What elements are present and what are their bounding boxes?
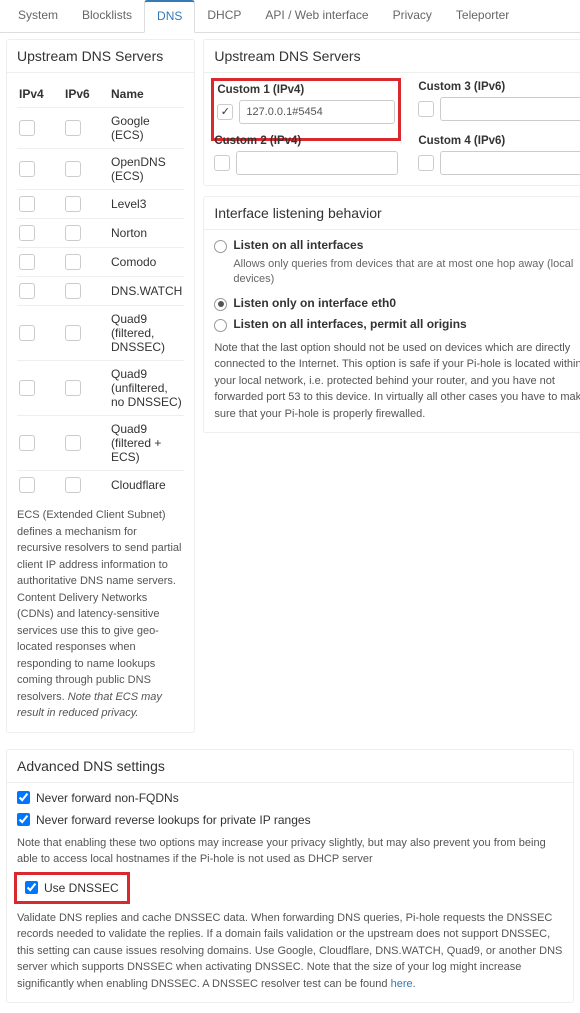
panel-heading: Upstream DNS Servers [204, 40, 580, 73]
provider-row: OpenDNS (ECS) [17, 148, 184, 189]
iface-all-desc: Allows only queries from devices that ar… [233, 257, 580, 288]
iface-permit-label: Listen on all interfaces, permit all ori… [233, 317, 466, 331]
provider-row: Google (ECS) [17, 107, 184, 148]
provider-name: Level3 [111, 197, 182, 211]
provider-ipv6-checkbox[interactable] [65, 283, 81, 299]
provider-name: Google (ECS) [111, 114, 182, 142]
provider-ipv6-checkbox[interactable] [65, 477, 81, 493]
custom2-input[interactable] [236, 151, 398, 175]
use-dnssec-checkbox[interactable] [25, 881, 38, 894]
tab-blocklists[interactable]: Blocklists [70, 0, 144, 33]
provider-ipv4-checkbox[interactable] [19, 225, 35, 241]
custom1-highlight: Custom 1 (IPv4) [211, 78, 401, 141]
custom3-checkbox[interactable] [418, 101, 434, 117]
advanced-dns-panel: Advanced DNS settings Never forward non-… [6, 749, 574, 1004]
provider-row: Norton [17, 218, 184, 247]
custom4-checkbox[interactable] [418, 155, 434, 171]
provider-ipv6-checkbox[interactable] [65, 325, 81, 341]
col-name: Name [111, 87, 182, 101]
custom4-label: Custom 4 (IPv6) [418, 135, 580, 147]
provider-name: OpenDNS (ECS) [111, 155, 182, 183]
provider-name: Quad9 (filtered + ECS) [111, 422, 182, 464]
provider-row: Level3 [17, 189, 184, 218]
iface-note: Note that the last option should not be … [214, 340, 580, 423]
interface-listening-panel: Interface listening behavior Listen on a… [203, 196, 580, 433]
provider-ipv4-checkbox[interactable] [19, 254, 35, 270]
provider-row: Comodo [17, 247, 184, 276]
provider-ipv6-checkbox[interactable] [65, 435, 81, 451]
panel-heading: Interface listening behavior [204, 197, 580, 230]
providers-header: IPv4 IPv6 Name [17, 81, 184, 107]
provider-ipv4-checkbox[interactable] [19, 120, 35, 136]
upstream-dns-custom-panel: Upstream DNS Servers Custom 1 (IPv4) Cus… [203, 39, 580, 186]
custom4-input[interactable] [440, 151, 580, 175]
tab-privacy[interactable]: Privacy [381, 0, 444, 33]
tab-system[interactable]: System [6, 0, 70, 33]
iface-eth0-radio[interactable] [214, 298, 227, 311]
custom3-input[interactable] [440, 97, 580, 121]
provider-name: DNS.WATCH [111, 284, 182, 298]
provider-ipv6-checkbox[interactable] [65, 196, 81, 212]
panel-heading: Upstream DNS Servers [7, 40, 194, 73]
provider-ipv4-checkbox[interactable] [19, 283, 35, 299]
provider-ipv6-checkbox[interactable] [65, 380, 81, 396]
iface-all-label: Listen on all interfaces [233, 238, 363, 252]
col-ipv4: IPv4 [19, 87, 59, 101]
iface-eth0-label: Listen only on interface eth0 [233, 296, 396, 310]
provider-ipv6-checkbox[interactable] [65, 161, 81, 177]
never-reverse-checkbox[interactable] [17, 813, 30, 826]
ecs-note: ECS (Extended Client Subnet) defines a m… [17, 507, 184, 722]
col-ipv6: IPv6 [65, 87, 105, 101]
custom2-label: Custom 2 (IPv4) [214, 135, 398, 147]
provider-row: Quad9 (filtered, DNSSEC) [17, 305, 184, 360]
tab-api[interactable]: API / Web interface [253, 0, 380, 33]
provider-name: Comodo [111, 255, 182, 269]
never-fqdn-checkbox[interactable] [17, 791, 30, 804]
panel-heading: Advanced DNS settings [7, 750, 573, 783]
iface-all-radio[interactable] [214, 240, 227, 253]
provider-ipv4-checkbox[interactable] [19, 161, 35, 177]
settings-tabs: System Blocklists DNS DHCP API / Web int… [0, 0, 580, 33]
provider-name: Quad9 (filtered, DNSSEC) [111, 312, 182, 354]
provider-ipv4-checkbox[interactable] [19, 477, 35, 493]
adv-note-2: Validate DNS replies and cache DNSSEC da… [17, 910, 563, 993]
custom3-label: Custom 3 (IPv6) [418, 81, 580, 93]
provider-ipv4-checkbox[interactable] [19, 325, 35, 341]
provider-row: Quad9 (filtered + ECS) [17, 415, 184, 470]
custom1-label: Custom 1 (IPv4) [217, 84, 395, 96]
provider-ipv4-checkbox[interactable] [19, 435, 35, 451]
never-reverse-label: Never forward reverse lookups for privat… [36, 813, 311, 827]
tab-dns[interactable]: DNS [144, 0, 195, 33]
provider-ipv4-checkbox[interactable] [19, 380, 35, 396]
adv-note-1: Note that enabling these two options may… [17, 835, 563, 868]
custom2-checkbox[interactable] [214, 155, 230, 171]
provider-name: Norton [111, 226, 182, 240]
provider-name: Cloudflare [111, 478, 182, 492]
iface-permit-radio[interactable] [214, 319, 227, 332]
provider-name: Quad9 (unfiltered, no DNSSEC) [111, 367, 182, 409]
provider-ipv6-checkbox[interactable] [65, 254, 81, 270]
never-fqdn-label: Never forward non-FQDNs [36, 791, 179, 805]
provider-row: Quad9 (unfiltered, no DNSSEC) [17, 360, 184, 415]
upstream-dns-providers-panel: Upstream DNS Servers IPv4 IPv6 Name Goog… [6, 39, 195, 733]
provider-ipv6-checkbox[interactable] [65, 225, 81, 241]
provider-ipv6-checkbox[interactable] [65, 120, 81, 136]
provider-ipv4-checkbox[interactable] [19, 196, 35, 212]
custom1-input[interactable] [239, 100, 395, 124]
dnssec-test-link[interactable]: here [391, 978, 413, 990]
tab-dhcp[interactable]: DHCP [195, 0, 253, 33]
provider-row: Cloudflare [17, 470, 184, 499]
custom1-checkbox[interactable] [217, 104, 233, 120]
dnssec-highlight: Use DNSSEC [14, 872, 130, 904]
provider-row: DNS.WATCH [17, 276, 184, 305]
use-dnssec-label: Use DNSSEC [44, 881, 119, 895]
tab-teleporter[interactable]: Teleporter [444, 0, 521, 33]
